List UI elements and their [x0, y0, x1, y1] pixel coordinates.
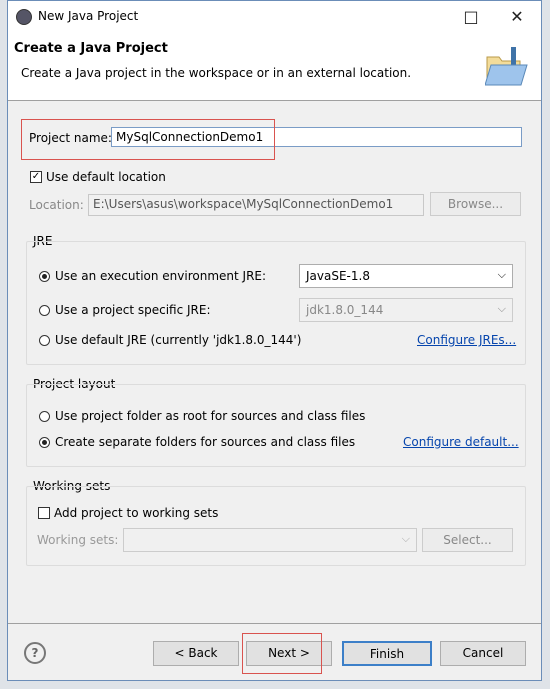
maximize-icon[interactable]: □	[451, 5, 491, 29]
page-description: Create a Java project in the workspace o…	[21, 66, 412, 80]
working-sets-select[interactable]: ⌵	[123, 528, 417, 552]
configure-jres-link[interactable]: Configure JREs...	[417, 333, 516, 347]
chevron-down-icon: ⌵	[401, 532, 410, 545]
default-jre-label: Use default JRE (currently 'jdk1.8.0_144…	[55, 333, 302, 347]
chevron-down-icon: ⌵	[497, 268, 506, 281]
execution-env-label: Use an execution environment JRE:	[55, 269, 267, 283]
highlight-box	[21, 119, 275, 160]
close-icon[interactable]: ✕	[497, 5, 537, 29]
highlight-box	[242, 633, 322, 674]
radio-folder-root[interactable]	[39, 411, 50, 422]
chevron-down-icon: ⌵	[497, 302, 506, 315]
configure-default-link[interactable]: Configure default...	[403, 435, 519, 449]
project-layout-group	[26, 384, 526, 467]
separator	[8, 623, 541, 624]
wizard-banner: Create a Java Project Create a Java proj…	[8, 33, 541, 101]
specific-jre-label: Use a project specific JRE:	[55, 303, 211, 317]
location-input[interactable]: E:\Users\asus\workspace\MySqlConnectionD…	[88, 194, 424, 216]
new-java-project-dialog: New Java Project □ ✕ Create a Java Proje…	[7, 0, 542, 681]
specific-jre-value: jdk1.8.0_144	[306, 303, 384, 317]
execution-env-value: JavaSE-1.8	[306, 269, 370, 283]
browse-button[interactable]: Browse...	[430, 192, 521, 216]
cancel-button[interactable]: Cancel	[440, 641, 526, 666]
eclipse-icon	[16, 9, 32, 25]
use-default-location-checkbox[interactable]: ✓	[30, 171, 42, 183]
select-working-sets-button[interactable]: Select...	[422, 528, 513, 552]
help-icon[interactable]: ?	[24, 642, 46, 664]
working-sets-group	[26, 486, 526, 566]
title-bar: New Java Project □ ✕	[8, 1, 541, 33]
use-default-location-label: Use default location	[46, 170, 166, 184]
back-button[interactable]: < Back	[153, 641, 239, 666]
folder-root-label: Use project folder as root for sources a…	[55, 409, 366, 423]
location-label: Location:	[29, 198, 84, 212]
radio-separate-folders[interactable]	[39, 437, 50, 448]
working-sets-label: Working sets:	[37, 533, 119, 547]
add-working-sets-label: Add project to working sets	[54, 506, 219, 520]
radio-execution-env[interactable]	[39, 271, 50, 282]
separate-folders-label: Create separate folders for sources and …	[55, 435, 356, 449]
specific-jre-select[interactable]: jdk1.8.0_144 ⌵	[299, 298, 513, 322]
page-title: Create a Java Project	[14, 41, 168, 56]
window-title: New Java Project	[38, 9, 139, 23]
finish-button[interactable]: Finish	[342, 641, 432, 666]
radio-specific-jre[interactable]	[39, 305, 50, 316]
add-working-sets-checkbox[interactable]	[38, 507, 50, 519]
execution-env-select[interactable]: JavaSE-1.8 ⌵	[299, 264, 513, 288]
java-folder-icon	[485, 47, 528, 86]
radio-default-jre[interactable]	[39, 335, 50, 346]
